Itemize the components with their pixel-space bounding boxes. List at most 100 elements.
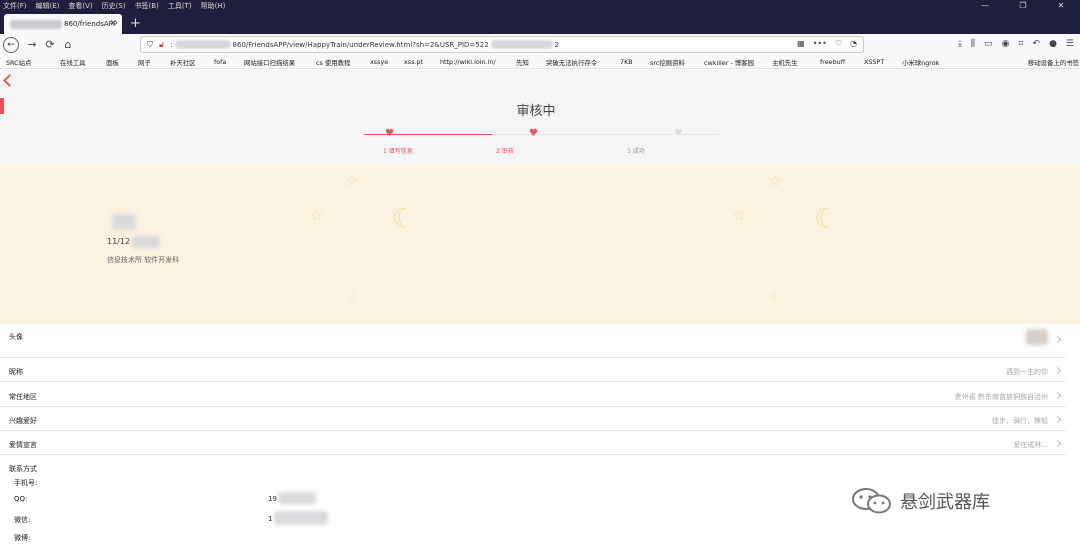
web-page: 审核中 ♥ ♥ ♥ 1 填写信息 2 审核 3 成功 ☆ ☆ ☆ ☆ ☾ ☾ ☆… — [0, 70, 1080, 551]
phone-label: 手机号: — [14, 479, 38, 487]
menu-edit[interactable]: 编辑(E) — [36, 1, 60, 11]
bookmark-item[interactable]: cs 使用教程 — [316, 58, 350, 67]
qq-value: 19 — [268, 495, 277, 503]
star-decoration-icon: ☆ — [732, 206, 746, 224]
url-bar[interactable]: ⛉ 🔓︎ : 860/FriendsAPP/view/HappyTrain/un… — [140, 36, 864, 53]
menu-history[interactable]: 历史(S) — [102, 1, 126, 11]
bookmark-item[interactable]: cwkiller - 博客园 — [704, 58, 754, 67]
close-window-button[interactable]: ✕ — [1042, 0, 1080, 12]
step-2-label: 2 审核 — [496, 148, 514, 155]
shield-icon[interactable]: ⛉ — [147, 40, 153, 50]
account-icon[interactable]: ◉ — [1002, 39, 1010, 49]
home-icon[interactable]: ⌂ — [60, 37, 76, 53]
menu-hamburger-icon[interactable]: ☰ — [1066, 39, 1074, 49]
chevron-right-icon — [1053, 415, 1062, 424]
back-arrow-icon[interactable]: ← — [3, 37, 19, 53]
download-icon[interactable]: ⤓ — [958, 39, 962, 49]
undo-icon[interactable]: ↶ — [1033, 39, 1041, 49]
star-decoration-icon: ☆ — [310, 206, 324, 224]
menu-bookmarks[interactable]: 书签(B) — [135, 1, 159, 11]
bookmark-item[interactable]: 在线工具 — [60, 58, 86, 67]
bookmark-item[interactable]: 先知 — [516, 58, 529, 67]
bookmark-item[interactable]: 主机先生 — [772, 58, 798, 67]
library-icon[interactable]: ⫼ — [971, 39, 975, 49]
toolbar-icons: ⤓ ⫼ ▭ ◉ ⌗ ↶ ● ☰ — [958, 39, 1074, 49]
progress-line-pending — [492, 134, 718, 135]
extension-icon[interactable]: ● — [1049, 39, 1057, 49]
url-suffix: 2 — [554, 40, 560, 49]
bookmark-item[interactable]: 面板 — [106, 58, 119, 67]
row-label: 昵称 — [9, 368, 23, 376]
redacted-wechat — [274, 511, 328, 525]
bookmark-item[interactable]: src挖掘资料 — [650, 58, 685, 67]
wechat-label: 微信: — [14, 516, 31, 524]
screenshot-icon[interactable]: ⌗ — [1018, 39, 1023, 49]
bookmark-item[interactable]: 7KB — [620, 58, 633, 66]
row-value: 徒步，骑行，撑船 — [992, 417, 1048, 425]
star-decoration-icon: ☆ — [345, 172, 359, 190]
wechat-value: 1 — [268, 515, 273, 523]
back-chevron-icon[interactable] — [3, 74, 16, 87]
bookmark-item[interactable]: 网站接口扫描结果 — [244, 58, 295, 67]
url-path: 860/FriendsAPP/view/HappyTrain/underRevi… — [232, 40, 489, 49]
row-value: 贵州省 黔东南苗族侗族自治州 — [954, 393, 1048, 401]
chevron-right-icon — [1053, 366, 1062, 375]
watermark: 悬剑武器库 — [850, 486, 990, 516]
bookmark-item[interactable]: freebuff — [820, 58, 845, 66]
forward-arrow-icon[interactable]: → — [24, 37, 40, 53]
clock-icon[interactable]: ◔ — [850, 39, 857, 48]
bookmarks-bar: SRC站点 在线工具 面板 网子 补天社区 fofa 网站接口扫描结果 cs 使… — [0, 56, 1080, 69]
star-decoration-icon: ☆ — [348, 292, 357, 303]
tab-friendsapp[interactable]: 860/friendsAPP ✕ — [4, 14, 122, 34]
profile-row-nickname[interactable]: 昵称 遇到一生的你 — [0, 358, 1066, 382]
qr-code-icon[interactable]: ▦ — [797, 39, 805, 48]
menu-view[interactable]: 查看(V) — [68, 1, 92, 11]
profile-row-hobbies[interactable]: 兴趣爱好 徒步，骑行，撑船 — [0, 407, 1066, 431]
bookmark-item[interactable]: 小米球ngrok — [902, 58, 939, 67]
bookmark-item[interactable]: xss.pt — [404, 58, 423, 66]
tab-close-icon[interactable]: ✕ — [109, 19, 117, 29]
star-decoration-icon: ☆ — [770, 292, 779, 303]
bookmark-item[interactable]: 突破无法执行存令 — [546, 58, 597, 67]
bookmark-item[interactable]: http://wiki.ioin.in/ — [440, 58, 496, 66]
redacted-param — [490, 40, 553, 49]
sidebar-icon[interactable]: ▭ — [984, 39, 993, 49]
minimize-button[interactable]: — — [966, 0, 1004, 12]
navigation-bar: ← → ⟳ ⌂ ⛉ 🔓︎ : 860/FriendsAPP/view/Happy… — [0, 34, 1080, 56]
row-value: 爱在成林... — [1013, 441, 1048, 449]
profile-row-avatar[interactable]: 头像 — [0, 324, 1066, 358]
menu-tools[interactable]: 工具(T) — [168, 1, 192, 11]
profile-row-declaration[interactable]: 爱情宣言 爱在成林... — [0, 431, 1066, 455]
step-2-heart-icon: ♥ — [529, 128, 538, 139]
chevron-right-icon — [1053, 391, 1062, 400]
page-title: 审核中 — [516, 104, 556, 119]
profile-banner: ☆ ☆ ☆ ☆ ☾ ☾ ☆ ☆ 11/12 信息技术所 软件开发科 — [0, 164, 1080, 324]
bookmark-item[interactable]: 补天社区 — [170, 58, 196, 67]
menu-file[interactable]: 文件(F) — [3, 1, 27, 11]
chevron-right-icon — [1053, 335, 1062, 344]
step-1-label: 1 填写信息 — [383, 148, 413, 155]
avatar[interactable] — [1026, 329, 1048, 345]
mobile-bookmarks[interactable]: 移动设备上的书签 — [1028, 58, 1079, 67]
new-tab-button[interactable]: + — [130, 16, 141, 31]
row-label: 兴趣爱好 — [9, 417, 37, 425]
step-1-heart-icon: ♥ — [385, 128, 394, 139]
bookmark-item[interactable]: xssye — [370, 58, 388, 66]
row-label: 常住地区 — [9, 393, 37, 401]
profile-row-region[interactable]: 常住地区 贵州省 黔东南苗族侗族自治州 — [0, 382, 1066, 407]
pocket-icon[interactable]: ♡ — [835, 39, 842, 48]
bookmark-item[interactable]: fofa — [214, 58, 226, 66]
bookmark-item[interactable]: 网子 — [138, 58, 151, 67]
weibo-label: 微博: — [14, 534, 31, 542]
os-menu-bar: 文件(F) 编辑(E) 查看(V) 历史(S) 书签(B) 工具(T) 帮助(H… — [0, 0, 1080, 12]
restore-button[interactable]: ❐ — [1004, 0, 1042, 12]
reload-icon[interactable]: ⟳ — [42, 37, 58, 53]
step-3-label: 3 成功 — [627, 148, 645, 155]
more-actions-icon[interactable]: ••• — [813, 39, 827, 48]
contact-section-title: 联系方式 — [9, 465, 37, 473]
bookmark-item[interactable]: XSSPT — [864, 58, 884, 66]
moon-decoration-icon: ☾ — [392, 202, 418, 235]
menu-help[interactable]: 帮助(H) — [201, 1, 226, 11]
bookmark-item[interactable]: SRC站点 — [6, 58, 31, 67]
insecure-lock-icon[interactable]: 🔓︎ — [159, 40, 164, 50]
